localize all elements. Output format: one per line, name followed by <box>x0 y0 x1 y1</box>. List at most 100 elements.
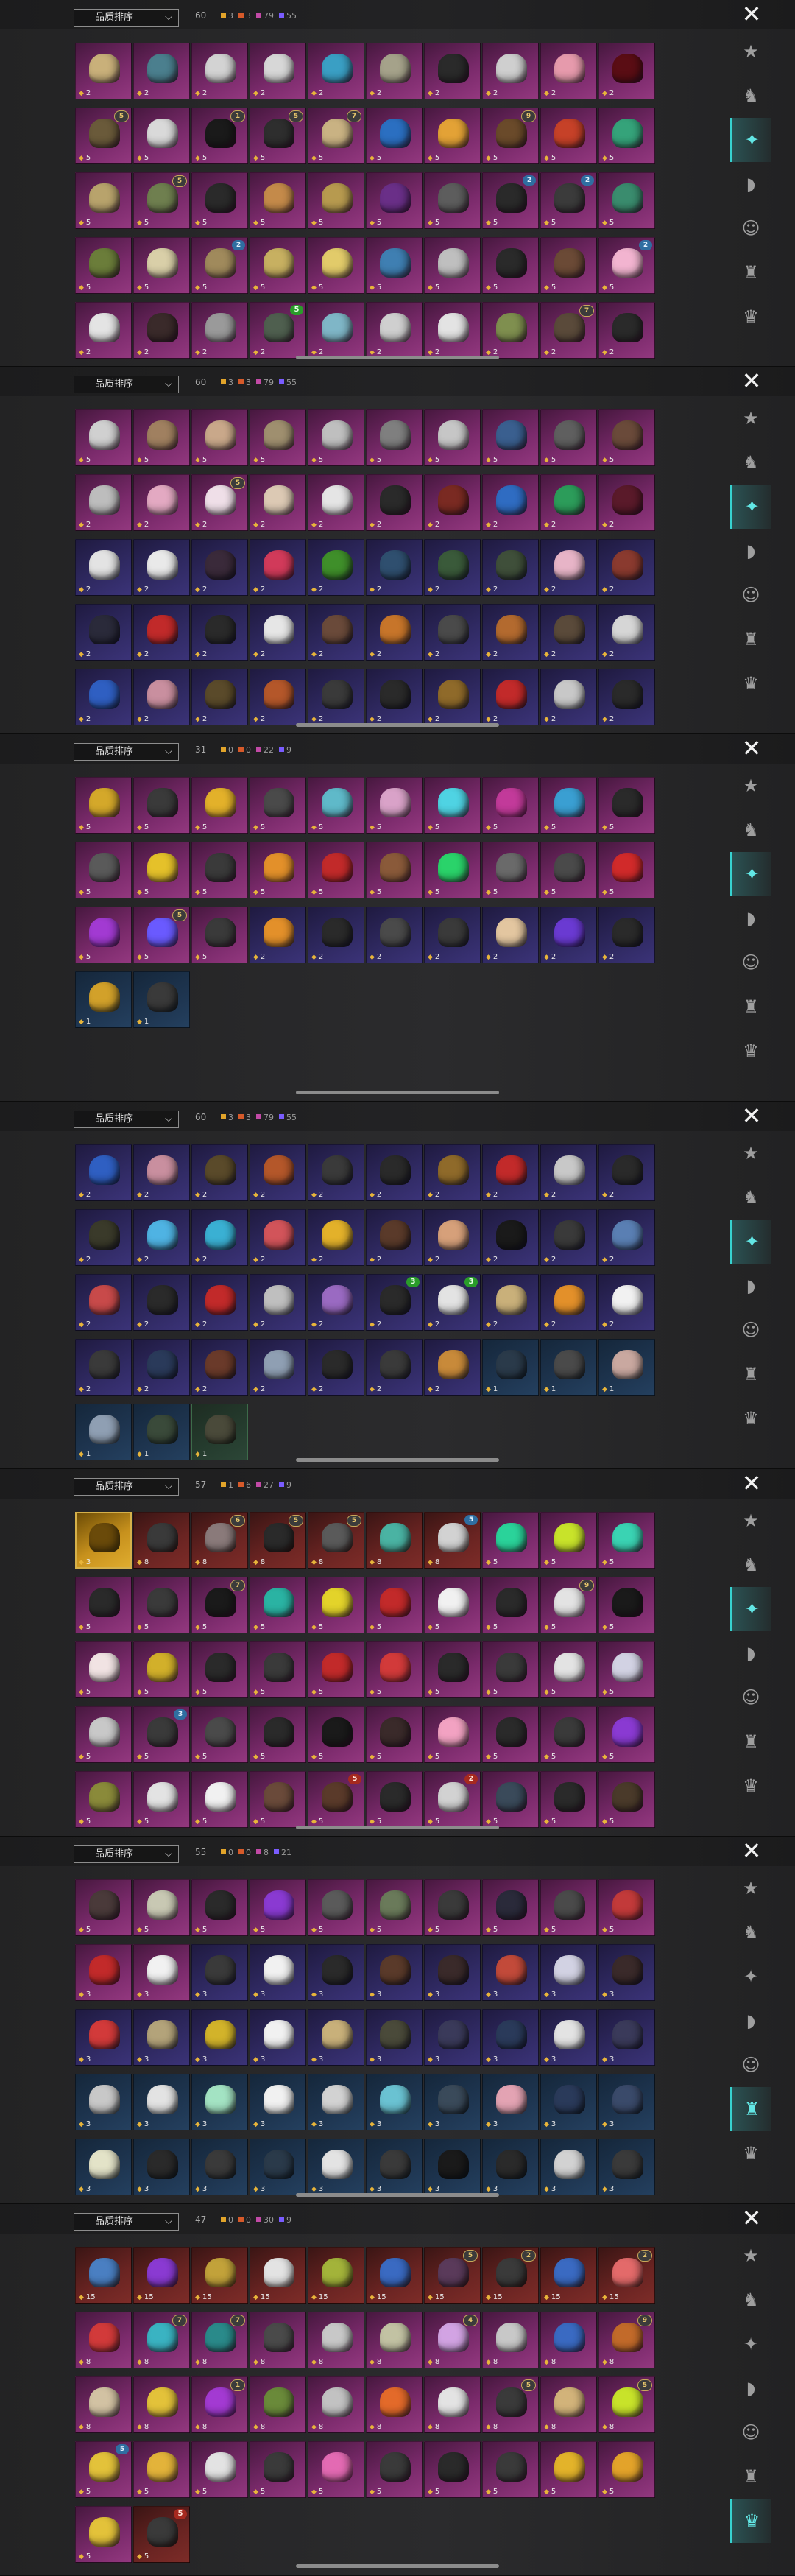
item-tile[interactable]: 5 ◆ 5 <box>75 108 132 164</box>
item-tile[interactable]: ◆ 2 <box>75 302 132 359</box>
category-tab-icon[interactable]: ♛ <box>730 1029 771 1073</box>
item-tile[interactable]: ◆ 3 <box>133 2074 190 2130</box>
item-tile[interactable]: ◆ 5 <box>598 1879 655 1936</box>
item-tile[interactable]: ◆ 2 <box>308 604 364 661</box>
item-tile[interactable]: ◆ 2 <box>191 1209 248 1266</box>
item-tile[interactable]: ◆ 2 <box>133 43 190 99</box>
item-tile[interactable]: ◆ 5 <box>482 842 539 898</box>
item-tile[interactable]: ◆ 5 <box>598 1706 655 1763</box>
item-tile[interactable]: ◆ 2 <box>191 302 248 359</box>
item-tile[interactable]: ◆ 3 <box>598 2009 655 2066</box>
item-tile[interactable]: ◆ 2 <box>250 539 306 596</box>
item-tile[interactable]: ◆ 5 <box>133 777 190 834</box>
scrollbar[interactable] <box>296 1826 499 1829</box>
item-tile[interactable]: ◆ 5 <box>540 1771 597 1828</box>
item-tile[interactable]: ◆ 5 <box>191 1879 248 1936</box>
category-tab-icon[interactable]: ★ <box>730 29 771 74</box>
item-tile[interactable]: ◆ 2 <box>308 1274 364 1331</box>
item-tile[interactable]: ◆ 3 <box>75 2139 132 2195</box>
item-tile[interactable]: ◆ 5 <box>366 108 423 164</box>
item-tile[interactable]: ◆ 3 <box>75 2009 132 2066</box>
item-tile[interactable]: ◆ 2 <box>366 302 423 359</box>
item-tile[interactable]: ◆ 15 <box>540 2247 597 2304</box>
category-tab-icon[interactable]: ★ <box>730 1866 771 1910</box>
item-tile[interactable]: ◆ 8 <box>424 2376 481 2433</box>
item-tile[interactable]: ◆ 5 <box>250 1641 306 1698</box>
item-tile[interactable]: ◆ 2 <box>133 669 190 725</box>
sort-dropdown[interactable]: 品质排序 ⌵ <box>74 9 179 27</box>
item-tile[interactable]: ◆ 3 <box>424 2139 481 2195</box>
item-tile[interactable]: ◆ 5 <box>133 1771 190 1828</box>
close-icon[interactable]: ✕ <box>739 368 764 393</box>
item-tile[interactable]: ◆ 3 <box>424 2009 481 2066</box>
close-icon[interactable]: ✕ <box>739 736 764 761</box>
item-tile[interactable]: 5 ◆ 5 <box>133 172 190 229</box>
item-tile[interactable]: 2 ◆ 15 <box>482 2247 539 2304</box>
category-tab-icon[interactable]: ♜ <box>730 1352 771 1396</box>
item-tile[interactable]: ◆ 2 <box>308 302 364 359</box>
category-tab-icon[interactable]: ♛ <box>730 1764 771 1808</box>
item-tile[interactable]: ◆ 3 <box>308 2139 364 2195</box>
close-icon[interactable]: ✕ <box>739 1838 764 1863</box>
category-tab-icon[interactable]: ♞ <box>730 2278 771 2322</box>
item-tile[interactable]: ◆ 5 <box>191 1641 248 1698</box>
item-tile[interactable]: ◆ 3 <box>250 2009 306 2066</box>
item-tile[interactable]: ◆ 5 <box>424 1706 481 1763</box>
item-tile[interactable]: 9 ◆ 5 <box>540 1577 597 1633</box>
item-tile[interactable]: ◆ 5 <box>308 1641 364 1698</box>
item-tile[interactable]: ◆ 8 <box>75 2312 132 2368</box>
item-tile[interactable]: ◆ 3 <box>424 2074 481 2130</box>
close-icon[interactable]: ✕ <box>739 2206 764 2231</box>
item-tile[interactable]: ◆ 5 <box>250 1771 306 1828</box>
close-icon[interactable]: ✕ <box>739 1471 764 1496</box>
item-tile[interactable]: ◆ 5 <box>482 777 539 834</box>
item-tile[interactable]: ◆ 2 <box>308 539 364 596</box>
category-tab-icon[interactable]: ♛ <box>730 2499 771 2543</box>
item-tile[interactable]: ◆ 2 <box>75 669 132 725</box>
item-tile[interactable]: ◆ 5 <box>75 172 132 229</box>
category-tab-icon[interactable]: ♞ <box>730 74 771 118</box>
scrollbar[interactable] <box>296 723 499 727</box>
item-tile[interactable]: ◆ 2 <box>424 474 481 531</box>
item-tile[interactable]: ◆ 3 <box>366 2139 423 2195</box>
item-tile[interactable]: ◆ 2 <box>424 1209 481 1266</box>
item-tile[interactable]: 5 ◆ 8 <box>598 2376 655 2433</box>
item-tile[interactable]: ◆ 3 <box>75 2074 132 2130</box>
item-tile[interactable]: ◆ 5 <box>191 777 248 834</box>
item-tile[interactable]: ◆ 5 <box>133 842 190 898</box>
item-tile[interactable]: ◆ 5 <box>308 409 364 466</box>
item-tile[interactable]: ◆ 5 <box>366 409 423 466</box>
item-tile[interactable]: ◆ 5 <box>540 1706 597 1763</box>
item-tile[interactable]: 5 ◆ 8 <box>250 1512 306 1569</box>
item-tile[interactable]: ◆ 3 <box>540 2139 597 2195</box>
item-tile[interactable]: ◆ 5 <box>482 1577 539 1633</box>
item-tile[interactable]: ◆ 3 <box>250 1944 306 2001</box>
scrollbar[interactable] <box>296 2193 499 2197</box>
item-tile[interactable]: ◆ 5 <box>308 2441 364 2498</box>
item-tile[interactable]: ◆ 5 <box>133 237 190 294</box>
item-tile[interactable]: ◆ 5 <box>191 842 248 898</box>
item-tile[interactable]: ◆ 5 <box>482 409 539 466</box>
item-tile[interactable]: ◆ 2 <box>424 669 481 725</box>
item-tile[interactable]: 5 ◆ 8 <box>308 1512 364 1569</box>
category-tab-icon[interactable]: ♜ <box>730 985 771 1029</box>
item-tile[interactable]: ◆ 2 <box>191 604 248 661</box>
item-tile[interactable]: ◆ 2 <box>133 539 190 596</box>
category-tab-icon[interactable]: ☺ <box>730 1308 771 1352</box>
item-tile[interactable]: ◆ 5 <box>366 842 423 898</box>
item-tile[interactable]: ◆ 5 <box>366 237 423 294</box>
item-tile[interactable]: ◆ 2 <box>308 907 364 963</box>
category-tab-icon[interactable]: ✦ <box>730 1220 771 1264</box>
item-tile[interactable]: ◆ 2 <box>482 1209 539 1266</box>
item-tile[interactable]: ◆ 5 <box>250 2441 306 2498</box>
item-tile[interactable]: ◆ 3 <box>598 1944 655 2001</box>
item-tile[interactable]: ◆ 2 <box>133 1274 190 1331</box>
item-tile[interactable]: ◆ 1 <box>75 971 132 1028</box>
item-tile[interactable]: ◆ 2 <box>540 43 597 99</box>
item-tile[interactable]: ◆ 5 <box>133 1577 190 1633</box>
item-tile[interactable]: ◆ 5 <box>424 237 481 294</box>
sort-dropdown[interactable]: 品质排序 ⌵ <box>74 743 179 761</box>
item-tile[interactable]: ◆ 8 <box>366 1512 423 1569</box>
item-tile[interactable]: ◆ 8 <box>540 2312 597 2368</box>
item-tile[interactable]: ◆ 5 <box>366 1879 423 1936</box>
